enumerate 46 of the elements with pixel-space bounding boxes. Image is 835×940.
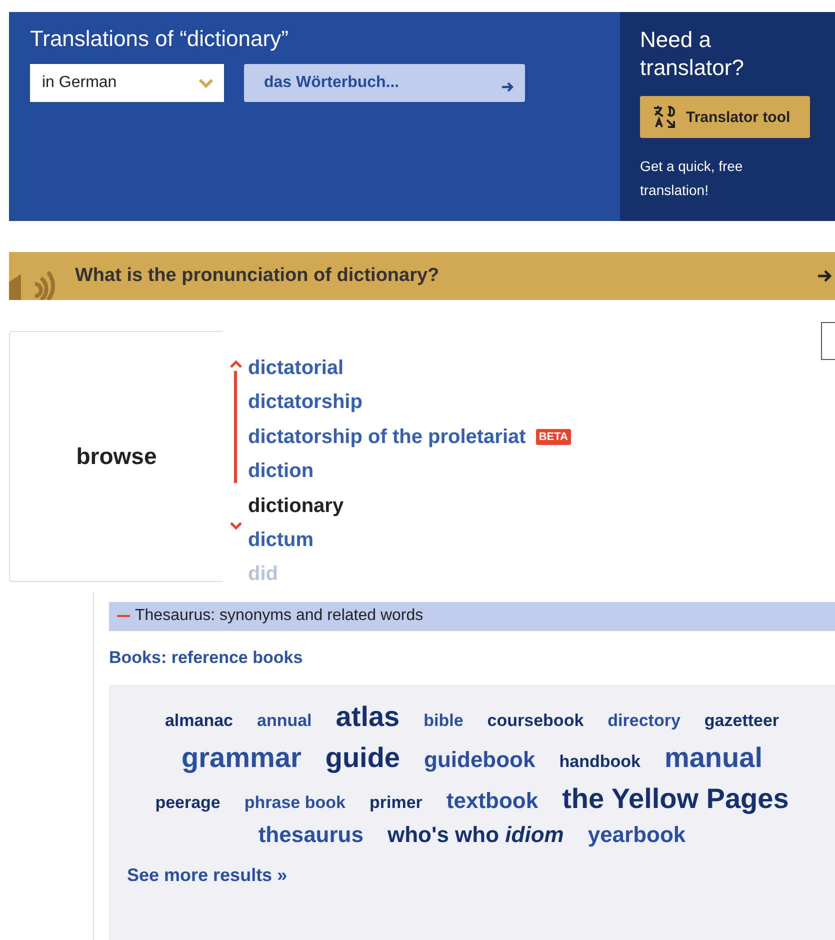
translation-title: Translations of “dictionary” (30, 26, 290, 52)
beta-badge: BETA (536, 428, 571, 445)
arrow-right-icon (501, 81, 515, 93)
browse-item[interactable]: dictionary (248, 488, 571, 523)
chevron-down-icon (198, 78, 214, 88)
related-word-link[interactable]: the Yellow Pages (562, 779, 789, 818)
browse-item[interactable]: dictatorial (248, 351, 571, 386)
related-word-link[interactable]: yearbook (588, 820, 686, 852)
related-word-link[interactable]: thesaurus (258, 820, 364, 852)
chevron-up-icon[interactable] (228, 359, 242, 369)
related-word-link[interactable]: atlas (336, 696, 400, 736)
related-word-link[interactable]: peerage (155, 791, 220, 815)
thesaurus-heading: Thesaurus: synonyms and related words (135, 607, 424, 626)
translation-result-button[interactable]: das Wörterbuch... (244, 64, 525, 102)
related-word-link[interactable]: gazetteer (704, 708, 780, 733)
browse-label: browse (76, 443, 157, 470)
browse-item[interactable]: dictum (248, 522, 571, 558)
translator-tool-button[interactable]: Translator tool (640, 96, 810, 138)
language-select[interactable]: in German (30, 64, 224, 102)
browse-item[interactable]: diction (248, 454, 571, 489)
browse-item[interactable]: dictatorship (248, 385, 571, 420)
related-word-link[interactable]: bible (424, 708, 464, 733)
translate-icon (652, 104, 678, 130)
collapse-dash-icon (117, 615, 130, 618)
see-more-link[interactable]: See more results » (127, 865, 288, 886)
related-word-link[interactable]: guidebook (424, 744, 536, 776)
related-word-link[interactable]: directory (608, 708, 680, 733)
related-word-link[interactable]: who's who idiom (387, 820, 564, 852)
arrow-right-icon (817, 268, 833, 284)
thesaurus-bar[interactable]: Thesaurus: synonyms and related words (109, 602, 835, 631)
related-word-link[interactable]: almanac (164, 708, 233, 733)
related-word-link[interactable]: phrase book (244, 791, 346, 815)
related-word-link[interactable]: primer (369, 791, 422, 815)
translator-heading: Need a translator? (640, 26, 745, 82)
related-word-link[interactable]: manual (664, 738, 762, 778)
translator-note: Get a quick, free translation! (640, 157, 744, 200)
related-word-link[interactable]: grammar (182, 738, 302, 778)
related-word-link[interactable]: coursebook (487, 708, 584, 733)
chevron-down-icon[interactable] (228, 521, 242, 531)
browse-item[interactable]: dictatorship of the proletariat BETA (248, 420, 571, 454)
related-word-link[interactable]: guide (325, 738, 400, 778)
related-word-link[interactable]: textbook (446, 786, 538, 817)
category-link[interactable]: Books: reference books (109, 648, 835, 668)
related-word-link[interactable]: handbook (559, 750, 640, 774)
related-word-link[interactable]: annual (257, 708, 312, 733)
pronunciation-bar[interactable]: What is the pronunciation of dictionary? (9, 252, 835, 300)
